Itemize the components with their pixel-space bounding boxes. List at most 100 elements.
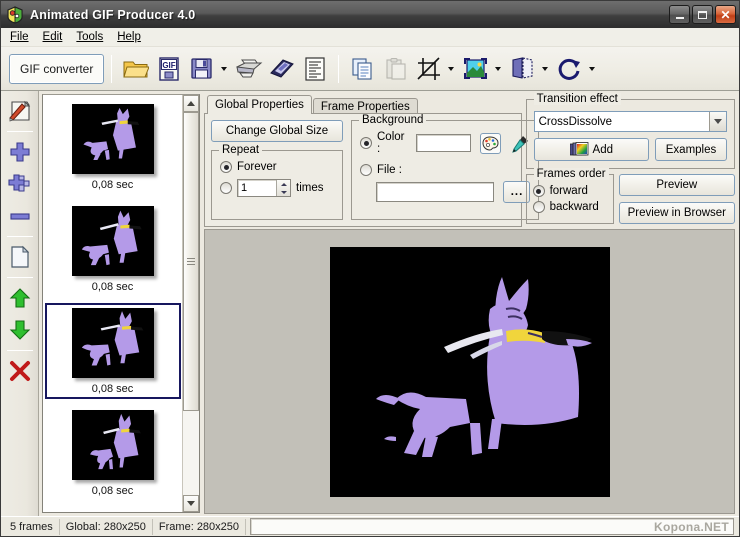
chevron-down-icon (187, 501, 195, 506)
delete-icon[interactable] (5, 356, 35, 386)
move-down-icon[interactable] (5, 315, 35, 345)
rotate-dropdown-arrow[interactable] (586, 53, 597, 84)
preview-in-browser-button[interactable]: Preview in Browser (618, 202, 735, 224)
tools-divider-2 (6, 236, 33, 237)
background-file-input-row: ... (360, 181, 531, 203)
repeat-count-row[interactable]: 1 times (220, 179, 334, 197)
chevron-down-icon (588, 66, 595, 71)
animation-canvas[interactable] (329, 246, 610, 497)
change-global-size-button[interactable]: Change Global Size (211, 120, 343, 142)
frame-duration-label: 0,08 sec (91, 485, 134, 497)
window-controls: ✕ (669, 5, 736, 24)
scrollbar-grip-icon (187, 257, 195, 265)
scroll-up-button[interactable] (183, 95, 199, 112)
crop-dropdown-arrow[interactable] (445, 53, 456, 84)
window-title: Animated GIF Producer 4.0 (30, 7, 196, 22)
repeat-forever-row[interactable]: Forever (220, 161, 334, 173)
chevron-down-icon (541, 66, 548, 71)
rotate-icon[interactable] (554, 53, 585, 84)
repeat-count-radio[interactable] (220, 182, 232, 194)
frame-thumbnail (71, 308, 154, 378)
repeat-count-input[interactable]: 1 (237, 179, 291, 197)
frames-order-backward-row[interactable]: backward (532, 201, 607, 213)
blank-frame-icon[interactable] (5, 242, 35, 272)
minimize-icon (675, 16, 684, 19)
scrollbar-thumb[interactable] (183, 112, 199, 411)
save-dropdown-arrow[interactable] (218, 53, 229, 84)
background-color-row[interactable]: Color : (360, 131, 530, 155)
html-page-icon[interactable] (299, 53, 330, 84)
background-file-radio[interactable] (360, 164, 372, 176)
flip-dropdown-arrow[interactable] (539, 53, 550, 84)
copy-icon[interactable] (347, 53, 378, 84)
maximize-button[interactable] (692, 5, 713, 24)
background-color-radio[interactable] (360, 137, 372, 149)
menu-help[interactable]: Help (115, 30, 150, 44)
frames-scrollbar[interactable] (182, 95, 199, 512)
background-color-label: Color : (377, 131, 405, 155)
repeat-group: Repeat Forever 1 times (211, 144, 343, 220)
examples-button[interactable]: Examples (655, 138, 727, 161)
background-file-input[interactable] (376, 182, 495, 202)
scrollbar-track[interactable] (183, 112, 199, 495)
transition-effect-select[interactable]: CrossDissolve (533, 111, 727, 132)
frames-order-backward-radio[interactable] (532, 201, 545, 213)
optimize-icon[interactable] (266, 53, 297, 84)
scroll-down-button[interactable] (183, 495, 199, 512)
preview-in-browser-label: Preview in Browser (627, 207, 726, 219)
palette-icon[interactable] (479, 132, 502, 154)
crop-icon[interactable] (413, 53, 444, 84)
menu-file[interactable]: File (8, 30, 38, 44)
open-folder-icon[interactable] (120, 53, 151, 84)
frame-duration-label: 0,08 sec (91, 179, 134, 191)
frames-order-forward-radio[interactable] (532, 185, 545, 197)
chevron-down-icon[interactable] (709, 112, 726, 131)
repeat-legend: Repeat (219, 144, 263, 156)
frame-tools-strip (1, 91, 39, 516)
gif-converter-button[interactable]: GIF converter (9, 53, 105, 84)
menu-edit[interactable]: Edit (41, 30, 72, 44)
frames-order-forward-row[interactable]: forward (532, 185, 607, 197)
menu-edit-label: Edit (42, 31, 63, 43)
frames-list[interactable]: 0,08 sec 0,08 sec 0,08 sec 0,08 sec (43, 95, 182, 512)
add-transition-button[interactable]: Add (533, 138, 649, 161)
effects-dropdown-arrow[interactable] (492, 53, 503, 84)
add-frame-icon[interactable] (5, 137, 35, 167)
move-up-icon[interactable] (5, 283, 35, 313)
remove-frame-icon[interactable] (5, 201, 35, 231)
print-icon[interactable] (233, 53, 264, 84)
preview-area[interactable] (204, 229, 735, 514)
wand-icon[interactable] (5, 96, 35, 126)
frame-duration-label: 0,08 sec (91, 281, 134, 293)
add-multiple-frames-icon[interactable] (5, 169, 35, 199)
flip-icon[interactable] (507, 53, 538, 84)
menu-tools[interactable]: Tools (74, 30, 112, 44)
frames-order-backward-label: backward (549, 201, 599, 213)
repeat-forever-radio[interactable] (220, 161, 232, 173)
list-item[interactable]: 0,08 sec (44, 303, 181, 399)
status-message-field: Kopona.NET (250, 518, 734, 535)
transition-add-icon (569, 142, 589, 157)
repeat-times-label: times (296, 182, 324, 194)
title-bar: Animated GIF Producer 4.0 ✕ (1, 1, 739, 28)
main-toolbar: GIF converter GIF (1, 47, 739, 91)
background-color-swatch[interactable] (415, 134, 471, 152)
minimize-button[interactable] (669, 5, 690, 24)
tab-global-properties[interactable]: Global Properties (207, 95, 312, 114)
list-item[interactable]: 0,08 sec (45, 201, 181, 297)
background-file-row[interactable]: File : (360, 164, 530, 176)
frame-thumbnail (71, 206, 154, 276)
gif-file-icon[interactable]: GIF (153, 53, 184, 84)
save-icon[interactable] (186, 53, 217, 84)
tab-global-properties-label: Global Properties (215, 99, 304, 111)
preview-button[interactable]: Preview (618, 174, 735, 196)
repeat-count-spinner[interactable] (276, 180, 290, 196)
chevron-down-icon (447, 66, 454, 71)
close-button[interactable]: ✕ (715, 5, 736, 24)
main-body: 0,08 sec 0,08 sec 0,08 sec 0,08 sec Glob… (1, 91, 739, 516)
list-item[interactable]: 0,08 sec (45, 99, 181, 195)
application-window: Animated GIF Producer 4.0 ✕ File Edit To… (0, 0, 740, 537)
list-item[interactable]: 0,08 sec (45, 405, 181, 501)
image-effects-icon[interactable] (460, 53, 491, 84)
status-bar: 5 frames Global: 280x250 Frame: 280x250 … (1, 516, 739, 536)
